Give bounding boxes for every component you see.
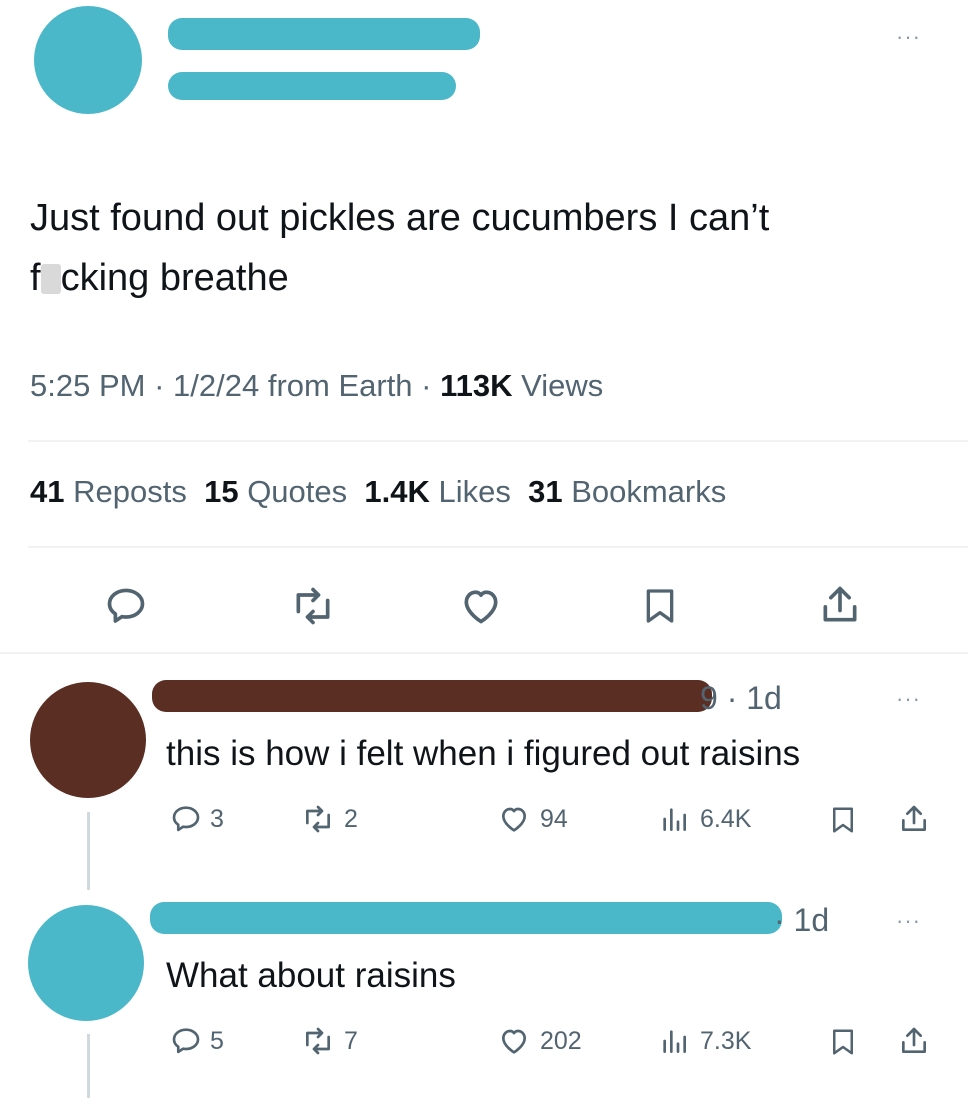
views-label: Views [521,368,604,403]
bookmark-icon[interactable] [640,584,680,628]
more-options-icon[interactable]: ··· [896,908,921,934]
reply-icon [170,803,202,835]
reply1-views-button[interactable]: 6.4K [656,803,751,835]
reply1-meta: 9 · 1d [700,680,782,717]
redacted-author-handle[interactable] [168,72,456,100]
redacted-author-name[interactable] [168,18,480,50]
repost-icon [300,803,336,835]
reply-count: 5 [210,1026,224,1055]
tweet-text-line2: f cking breathe [30,257,289,299]
reply-icon[interactable] [104,584,148,628]
reply1-repost-button[interactable]: 2 [300,803,358,835]
redacted-reply2-author[interactable] [150,902,782,934]
like-count: 94 [540,804,568,833]
reply2-avatar[interactable] [28,905,144,1021]
reply2-reply-button[interactable]: 5 [170,1025,224,1057]
censor-blur [40,264,61,294]
tweet-source: from Earth [267,368,413,403]
reply1-avatar[interactable] [30,682,146,798]
thread-line [87,812,90,890]
reply1-text: this is how i felt when i figured out ra… [166,734,801,773]
reply1-like-button[interactable]: 94 [496,803,568,835]
reply1-reply-button[interactable]: 3 [170,803,224,835]
reply2-text: What about raisins [166,956,456,995]
reply2-age[interactable]: · 1d [774,902,829,938]
redacted-reply1-author[interactable] [152,680,712,712]
reply2-views-button[interactable]: 7.3K [656,1025,751,1057]
thread-line [87,1034,90,1098]
tweet-text: Just found out pickles are cucumbers I c… [30,188,950,308]
tweet-time[interactable]: 5:25 PM [30,368,145,403]
reply2-repost-button[interactable]: 7 [300,1025,358,1057]
views-count: 7.3K [700,1026,752,1055]
engagement-stats: 41 Reposts 15 Quotes 1.4K Likes 31 Bookm… [30,474,726,510]
like-icon [496,803,532,835]
views-icon [656,803,692,835]
views-count: 6.4K [700,804,752,833]
divider [28,440,968,442]
divider [0,652,968,654]
reposts-stat[interactable]: 41 Reposts [30,474,187,509]
reply-icon [170,1025,202,1057]
bookmark-icon[interactable] [828,804,858,836]
views-count: 113K [440,368,513,403]
likes-stat[interactable]: 1.4K Likes [364,474,510,509]
reply1-age[interactable]: · 1d [727,680,782,716]
bookmark-icon[interactable] [828,1026,858,1058]
share-icon[interactable] [818,582,862,628]
share-icon[interactable] [898,802,930,836]
more-options-icon[interactable]: ··· [896,24,921,50]
bookmarks-stat[interactable]: 31 Bookmarks [528,474,726,509]
reply2-like-button[interactable]: 202 [496,1025,582,1057]
reply1-handle-tail: 9 [700,680,718,716]
share-icon[interactable] [898,1024,930,1058]
repost-icon[interactable] [290,584,336,628]
repost-count: 7 [344,1026,358,1055]
tweet-text-line1: Just found out pickles are cucumbers I c… [30,197,770,239]
more-options-icon[interactable]: ··· [896,686,921,712]
views-icon [656,1025,692,1057]
like-count: 202 [540,1026,582,1055]
like-icon [496,1025,532,1057]
repost-icon [300,1025,336,1057]
reply-count: 3 [210,804,224,833]
reply2-meta: · 1d [774,902,829,939]
tweet-date[interactable]: 1/2/24 [173,368,259,403]
tweet-meta: 5:25 PM · 1/2/24 from Earth · 113K Views [30,368,604,403]
repost-count: 2 [344,804,358,833]
like-icon[interactable] [458,584,504,628]
quotes-stat[interactable]: 15 Quotes [204,474,347,509]
author-avatar[interactable] [34,6,142,114]
divider [28,546,968,548]
